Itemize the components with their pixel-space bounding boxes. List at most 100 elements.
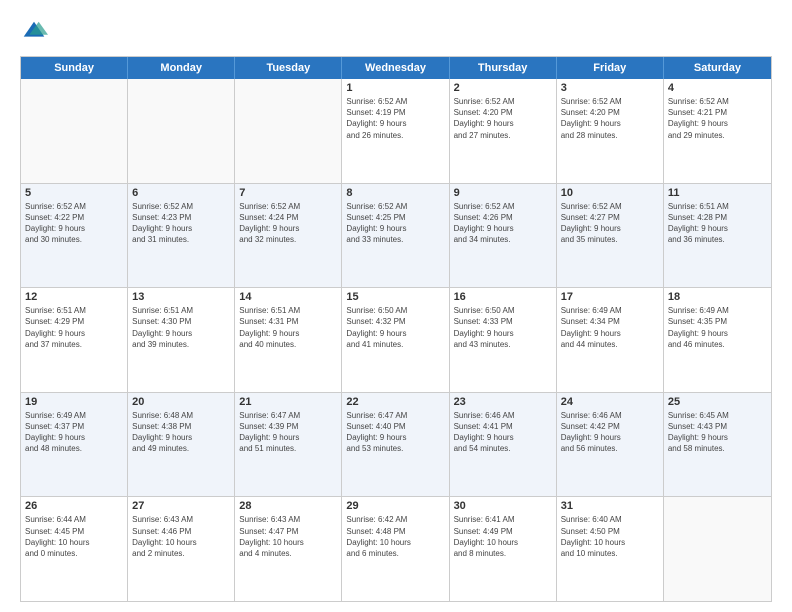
calendar: SundayMondayTuesdayWednesdayThursdayFrid… [20,56,772,602]
cal-cell-2-1: 5Sunrise: 6:52 AMSunset: 4:22 PMDaylight… [21,184,128,288]
cal-cell-5-5: 30 Sunrise: 6:41 AMSunset: 4:49 PMDayligh… [450,497,557,601]
day-info: Sunrise: 6:51 AMSunset: 4:29 PMDaylight:… [25,305,123,350]
day-number: 21 [239,396,337,408]
cal-cell-4-5: 23 Sunrise: 6:46 AMSunset: 4:41 PMDayligh… [450,393,557,497]
cal-header-tuesday: Tuesday [235,57,342,79]
day-info: Sunrise: 6:52 AMSunset: 4:19 PMDaylight:… [346,96,444,141]
day-info: Sunrise: 6:52 AMSunset: 4:22 PMDaylight:… [25,201,123,246]
cal-cell-1-7: 4 Sunrise: 6:52 AMSunset: 4:21 PMDaylight… [664,79,771,183]
cal-week-3: 12 Sunrise: 6:51 AMSunset: 4:29 PMDayligh… [21,288,771,393]
cal-cell-4-4: 22Sunrise: 6:47 AMSunset: 4:40 PMDayligh… [342,393,449,497]
day-info: Sunrise: 6:49 AMSunset: 4:34 PMDaylight:… [561,305,659,350]
day-info: Sunrise: 6:50 AMSunset: 4:32 PMDaylight:… [346,305,444,350]
day-number: 10 [561,187,659,199]
cal-week-4: 19 Sunrise: 6:49 AMSunset: 4:37 PMDayligh… [21,393,771,498]
day-number: 17 [561,291,659,303]
cal-cell-2-2: 6 Sunrise: 6:52 AMSunset: 4:23 PMDaylight… [128,184,235,288]
day-number: 13 [132,291,230,303]
day-number: 15 [346,291,444,303]
cal-cell-1-6: 3 Sunrise: 6:52 AMSunset: 4:20 PMDaylight… [557,79,664,183]
day-info: Sunrise: 6:52 AMSunset: 4:26 PMDaylight:… [454,201,552,246]
cal-cell-4-2: 20 Sunrise: 6:48 AMSunset: 4:38 PMDayligh… [128,393,235,497]
cal-cell-5-4: 29Sunrise: 6:42 AMSunset: 4:48 PMDayligh… [342,497,449,601]
logo [20,18,52,46]
day-number: 4 [668,82,767,94]
cal-cell-3-1: 12 Sunrise: 6:51 AMSunset: 4:29 PMDayligh… [21,288,128,392]
day-number: 29 [346,500,444,512]
day-number: 28 [239,500,337,512]
cal-header-friday: Friday [557,57,664,79]
cal-cell-4-7: 25 Sunrise: 6:45 AMSunset: 4:43 PMDayligh… [664,393,771,497]
day-number: 24 [561,396,659,408]
cal-cell-2-5: 9Sunrise: 6:52 AMSunset: 4:26 PMDaylight… [450,184,557,288]
day-number: 20 [132,396,230,408]
day-number: 26 [25,500,123,512]
cal-header-monday: Monday [128,57,235,79]
day-info: Sunrise: 6:51 AMSunset: 4:31 PMDaylight:… [239,305,337,350]
cal-cell-3-3: 14 Sunrise: 6:51 AMSunset: 4:31 PMDayligh… [235,288,342,392]
cal-week-1: 1 Sunrise: 6:52 AMSunset: 4:19 PMDaylight… [21,79,771,184]
cal-cell-1-1 [21,79,128,183]
day-number: 25 [668,396,767,408]
cal-week-2: 5Sunrise: 6:52 AMSunset: 4:22 PMDaylight… [21,184,771,289]
day-info: Sunrise: 6:44 AMSunset: 4:45 PMDaylight:… [25,514,123,559]
cal-cell-5-1: 26 Sunrise: 6:44 AMSunset: 4:45 PMDayligh… [21,497,128,601]
day-number: 27 [132,500,230,512]
day-number: 3 [561,82,659,94]
cal-cell-2-4: 8 Sunrise: 6:52 AMSunset: 4:25 PMDaylight… [342,184,449,288]
cal-cell-3-4: 15 Sunrise: 6:50 AMSunset: 4:32 PMDayligh… [342,288,449,392]
day-info: Sunrise: 6:43 AMSunset: 4:46 PMDaylight:… [132,514,230,559]
day-info: Sunrise: 6:48 AMSunset: 4:38 PMDaylight:… [132,410,230,455]
day-info: Sunrise: 6:49 AMSunset: 4:37 PMDaylight:… [25,410,123,455]
day-number: 11 [668,187,767,199]
day-info: Sunrise: 6:51 AMSunset: 4:28 PMDaylight:… [668,201,767,246]
cal-header-wednesday: Wednesday [342,57,449,79]
cal-cell-2-7: 11 Sunrise: 6:51 AMSunset: 4:28 PMDayligh… [664,184,771,288]
calendar-header-row: SundayMondayTuesdayWednesdayThursdayFrid… [21,57,771,79]
day-number: 6 [132,187,230,199]
cal-cell-3-5: 16Sunrise: 6:50 AMSunset: 4:33 PMDayligh… [450,288,557,392]
cal-cell-4-6: 24 Sunrise: 6:46 AMSunset: 4:42 PMDayligh… [557,393,664,497]
day-info: Sunrise: 6:40 AMSunset: 4:50 PMDaylight:… [561,514,659,559]
day-number: 30 [454,500,552,512]
day-info: Sunrise: 6:41 AMSunset: 4:49 PMDaylight:… [454,514,552,559]
day-info: Sunrise: 6:52 AMSunset: 4:21 PMDaylight:… [668,96,767,141]
day-number: 12 [25,291,123,303]
day-info: Sunrise: 6:46 AMSunset: 4:41 PMDaylight:… [454,410,552,455]
day-number: 16 [454,291,552,303]
day-number: 31 [561,500,659,512]
day-info: Sunrise: 6:47 AMSunset: 4:39 PMDaylight:… [239,410,337,455]
day-number: 23 [454,396,552,408]
cal-cell-1-2 [128,79,235,183]
cal-cell-4-3: 21 Sunrise: 6:47 AMSunset: 4:39 PMDayligh… [235,393,342,497]
cal-cell-3-2: 13Sunrise: 6:51 AMSunset: 4:30 PMDayligh… [128,288,235,392]
cal-cell-5-3: 28 Sunrise: 6:43 AMSunset: 4:47 PMDayligh… [235,497,342,601]
day-number: 8 [346,187,444,199]
day-info: Sunrise: 6:49 AMSunset: 4:35 PMDaylight:… [668,305,767,350]
cal-cell-3-7: 18 Sunrise: 6:49 AMSunset: 4:35 PMDayligh… [664,288,771,392]
day-info: Sunrise: 6:52 AMSunset: 4:25 PMDaylight:… [346,201,444,246]
day-number: 2 [454,82,552,94]
day-number: 1 [346,82,444,94]
day-info: Sunrise: 6:52 AMSunset: 4:27 PMDaylight:… [561,201,659,246]
cal-cell-5-6: 31 Sunrise: 6:40 AMSunset: 4:50 PMDayligh… [557,497,664,601]
page: SundayMondayTuesdayWednesdayThursdayFrid… [0,0,792,612]
day-number: 19 [25,396,123,408]
day-number: 18 [668,291,767,303]
cal-cell-3-6: 17 Sunrise: 6:49 AMSunset: 4:34 PMDayligh… [557,288,664,392]
day-info: Sunrise: 6:52 AMSunset: 4:24 PMDaylight:… [239,201,337,246]
day-number: 14 [239,291,337,303]
day-info: Sunrise: 6:52 AMSunset: 4:23 PMDaylight:… [132,201,230,246]
day-info: Sunrise: 6:43 AMSunset: 4:47 PMDaylight:… [239,514,337,559]
day-info: Sunrise: 6:52 AMSunset: 4:20 PMDaylight:… [454,96,552,141]
day-info: Sunrise: 6:45 AMSunset: 4:43 PMDaylight:… [668,410,767,455]
cal-cell-5-7 [664,497,771,601]
day-number: 7 [239,187,337,199]
calendar-body: 1 Sunrise: 6:52 AMSunset: 4:19 PMDaylight… [21,79,771,601]
cal-cell-2-3: 7 Sunrise: 6:52 AMSunset: 4:24 PMDaylight… [235,184,342,288]
day-info: Sunrise: 6:46 AMSunset: 4:42 PMDaylight:… [561,410,659,455]
day-info: Sunrise: 6:52 AMSunset: 4:20 PMDaylight:… [561,96,659,141]
cal-cell-5-2: 27 Sunrise: 6:43 AMSunset: 4:46 PMDayligh… [128,497,235,601]
cal-cell-1-4: 1 Sunrise: 6:52 AMSunset: 4:19 PMDaylight… [342,79,449,183]
cal-cell-4-1: 19 Sunrise: 6:49 AMSunset: 4:37 PMDayligh… [21,393,128,497]
